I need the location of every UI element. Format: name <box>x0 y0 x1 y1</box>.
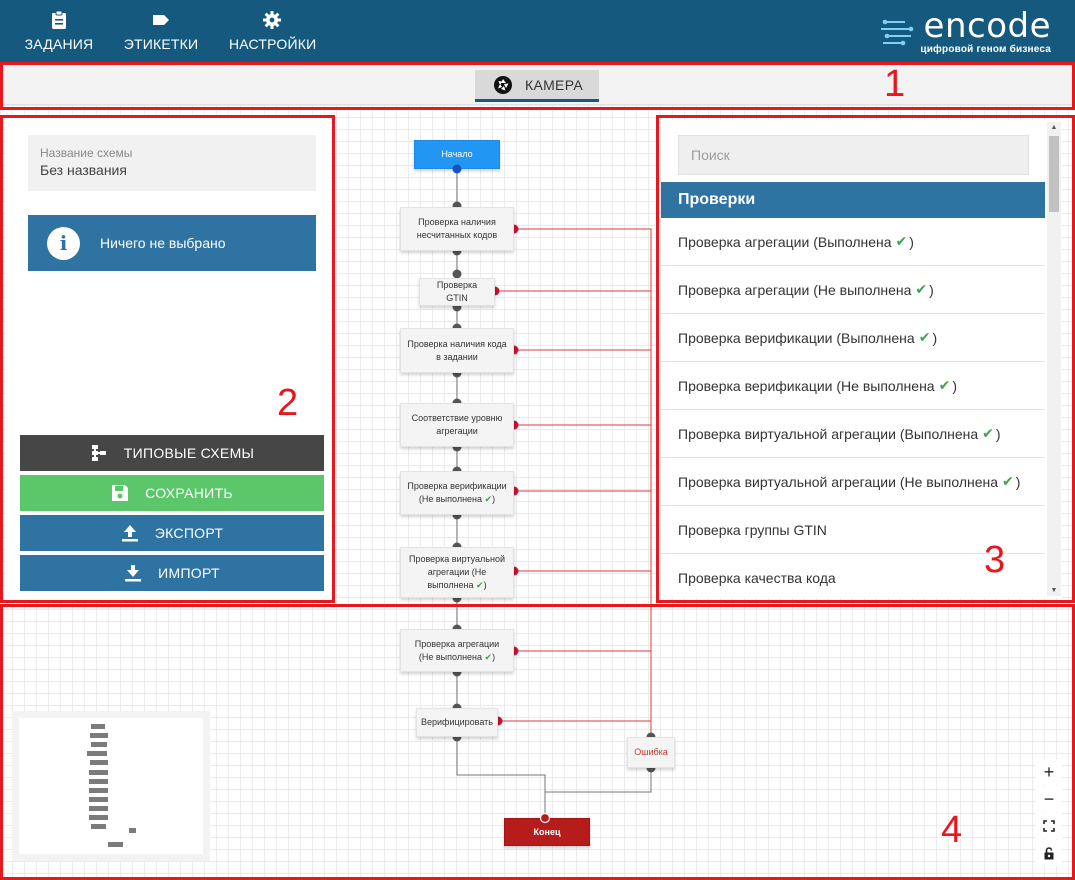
list-item[interactable]: Проверка агрегации (Не выполнена ✔) <box>661 266 1045 314</box>
zoom-in-button[interactable]: + <box>1036 759 1062 785</box>
check-icon: ✔ <box>982 425 994 442</box>
flow-node-virtual-aggregation-failed[interactable]: Проверка виртуальной агрегации (Не выпол… <box>400 547 514 598</box>
flow-node-verification-failed-text: Проверка верификации (Не выполнена <box>407 481 507 504</box>
annotation-number-2: 2 <box>277 382 299 424</box>
fit-screen-icon <box>1043 820 1055 832</box>
flow-node-aggregation-failed[interactable]: Проверка агрегации (Не выполнена ✔) <box>400 629 514 672</box>
right-blocks-panel: Проверки Проверка агрегации (Выполнена✔)… <box>661 120 1062 598</box>
selection-info-box: i Ничего не выбрано <box>28 215 316 271</box>
fit-view-button[interactable] <box>1036 813 1062 839</box>
minimap-viewport <box>19 718 203 854</box>
scheme-name-label: Название схемы <box>40 146 133 160</box>
download-icon <box>125 565 142 582</box>
sitemap-icon <box>91 445 106 461</box>
flow-node-end[interactable]: Конец <box>504 818 590 846</box>
flow-node-start[interactable]: Начало <box>414 140 500 169</box>
left-properties-panel: Название схемы Без названия i Ничего не … <box>6 118 331 600</box>
list-item[interactable]: Проверка верификации (Не выполнена ✔) <box>661 362 1045 410</box>
flow-node-verification-failed[interactable]: Проверка верификации (Не выполнена ✔) <box>400 471 514 515</box>
scroll-down-arrow-icon[interactable]: ▼ <box>1049 586 1059 596</box>
scrollbar-thumb[interactable] <box>1049 136 1059 212</box>
export-label: ЭКСПОРТ <box>154 525 224 541</box>
lock-icon <box>1044 846 1054 859</box>
export-button[interactable]: ЭКСПОРТ <box>20 515 324 551</box>
minimap[interactable] <box>12 711 210 861</box>
flow-node-error[interactable]: Ошибка <box>627 737 675 768</box>
check-icon: ✔ <box>915 281 928 298</box>
scheme-name-field[interactable]: Название схемы Без названия <box>28 135 316 191</box>
list-scrollbar[interactable]: ▲ ▼ <box>1047 122 1061 596</box>
list-item[interactable]: Проверка верификации (Выполнена ✔) <box>661 314 1045 362</box>
lock-button[interactable] <box>1036 840 1062 866</box>
flow-node-virtual-aggregation-failed-text: Проверка виртуальной агрегации (Не выпол… <box>409 554 505 590</box>
selection-info-text: Ничего не выбрано <box>100 235 226 251</box>
check-icon: ✔ <box>895 233 908 250</box>
scheme-name-value[interactable]: Без названия <box>40 162 304 178</box>
check-icon: ✔ <box>484 494 493 504</box>
zoom-out-button[interactable]: − <box>1036 786 1062 812</box>
annotation-number-4: 4 <box>941 809 963 851</box>
import-label: ИМПОРТ <box>158 565 220 581</box>
scroll-up-arrow-icon[interactable]: ▲ <box>1049 123 1059 133</box>
template-schemes-label: ТИПОВЫЕ СХЕМЫ <box>123 445 255 461</box>
check-icon: ✔ <box>938 377 951 394</box>
flow-node-check-code-in-task[interactable]: Проверка наличия кода в задании <box>400 328 514 373</box>
check-icon: ✔ <box>918 329 931 346</box>
check-icon: ✔ <box>484 651 493 662</box>
checks-section-header[interactable]: Проверки <box>661 182 1045 218</box>
check-icon: ✔ <box>476 580 484 590</box>
flow-node-aggregation-level[interactable]: Соответствие уровню агрегации <box>400 403 514 447</box>
flow-node-verify[interactable]: Верифицировать <box>416 708 498 737</box>
list-item[interactable]: Проверка виртуальной агрегации (Не выпол… <box>661 458 1045 506</box>
import-button[interactable]: ИМПОРТ <box>20 555 324 591</box>
flow-node-check-gtin[interactable]: Проверка GTIN <box>419 278 495 306</box>
save-button[interactable]: СОХРАНИТЬ <box>20 475 324 511</box>
search-input[interactable] <box>678 135 1029 175</box>
list-item[interactable]: Проверка виртуальной агрегации (Выполнен… <box>661 410 1045 458</box>
flow-node-check-unread-codes[interactable]: Проверка наличия несчитанных кодов <box>400 207 514 251</box>
upload-icon <box>121 525 138 542</box>
check-icon: ✔ <box>1002 473 1014 490</box>
annotation-number-3: 3 <box>984 539 1006 581</box>
list-item[interactable]: Проверка агрегации (Выполнена ✔) <box>661 218 1045 266</box>
save-label: СОХРАНИТЬ <box>145 485 233 501</box>
floppy-disk-icon <box>112 485 129 501</box>
template-schemes-button[interactable]: ТИПОВЫЕ СХЕМЫ <box>20 435 324 471</box>
annotation-number-1: 1 <box>884 63 906 105</box>
info-icon: i <box>47 226 80 260</box>
